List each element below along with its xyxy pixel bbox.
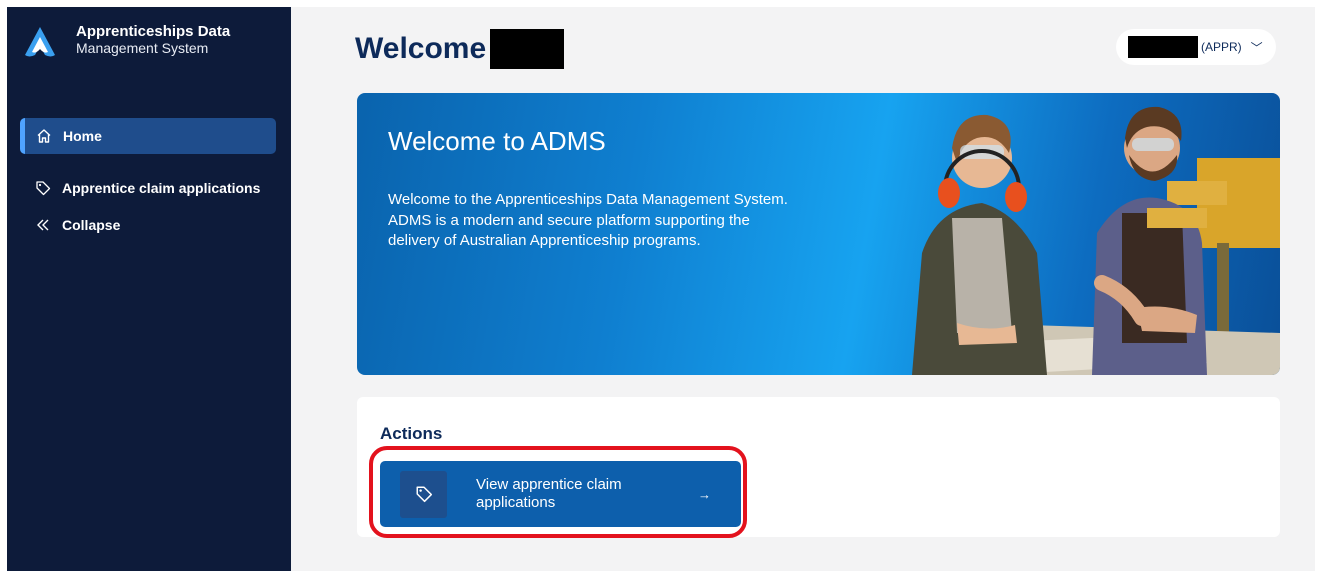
- banner-title: Welcome to ADMS: [388, 126, 606, 156]
- user-menu-button[interactable]: (APPR) ﹀: [1116, 29, 1276, 65]
- banner-text: Welcome to the Apprenticeships Data Mana…: [388, 191, 788, 249]
- double-chevron-left-icon: [34, 216, 52, 234]
- app-window: Apprenticeships Data Management System H…: [7, 7, 1315, 571]
- sidebar-item-home[interactable]: Home: [20, 118, 276, 154]
- actions-heading: Actions: [380, 424, 443, 443]
- tag-icon: [34, 179, 52, 197]
- brand[interactable]: Apprenticeships Data Management System: [23, 23, 230, 59]
- adms-logo-icon: [25, 27, 55, 57]
- home-icon: [35, 127, 53, 145]
- apprentices-workshop-image: [912, 106, 1280, 375]
- sidebar-item-label: Apprentice claim applications: [62, 180, 261, 196]
- user-role: (APPR): [1201, 40, 1242, 54]
- chevron-down-icon: ﹀: [1250, 40, 1263, 55]
- welcome-banner: Welcome to ADMS Welcome to the Apprentic…: [357, 93, 1280, 375]
- highlight-annotation: [369, 446, 747, 538]
- redacted-user-name: [1128, 36, 1198, 58]
- collapse-button[interactable]: Collapse: [20, 207, 276, 243]
- sidebar-item-apprentice-claims[interactable]: Apprentice claim applications: [20, 170, 276, 206]
- sidebar-item-label: Collapse: [62, 217, 121, 233]
- brand-title: Apprenticeships Data: [76, 23, 231, 40]
- brand-subtitle: Management System: [76, 40, 209, 56]
- redacted-username: [490, 29, 565, 69]
- sidebar: Apprenticeships Data Management System H…: [7, 7, 291, 571]
- actions-panel: Actions View apprentice claim applicatio…: [357, 397, 1280, 538]
- sidebar-item-label: Home: [63, 128, 102, 144]
- page-title: Welcome: [355, 29, 565, 69]
